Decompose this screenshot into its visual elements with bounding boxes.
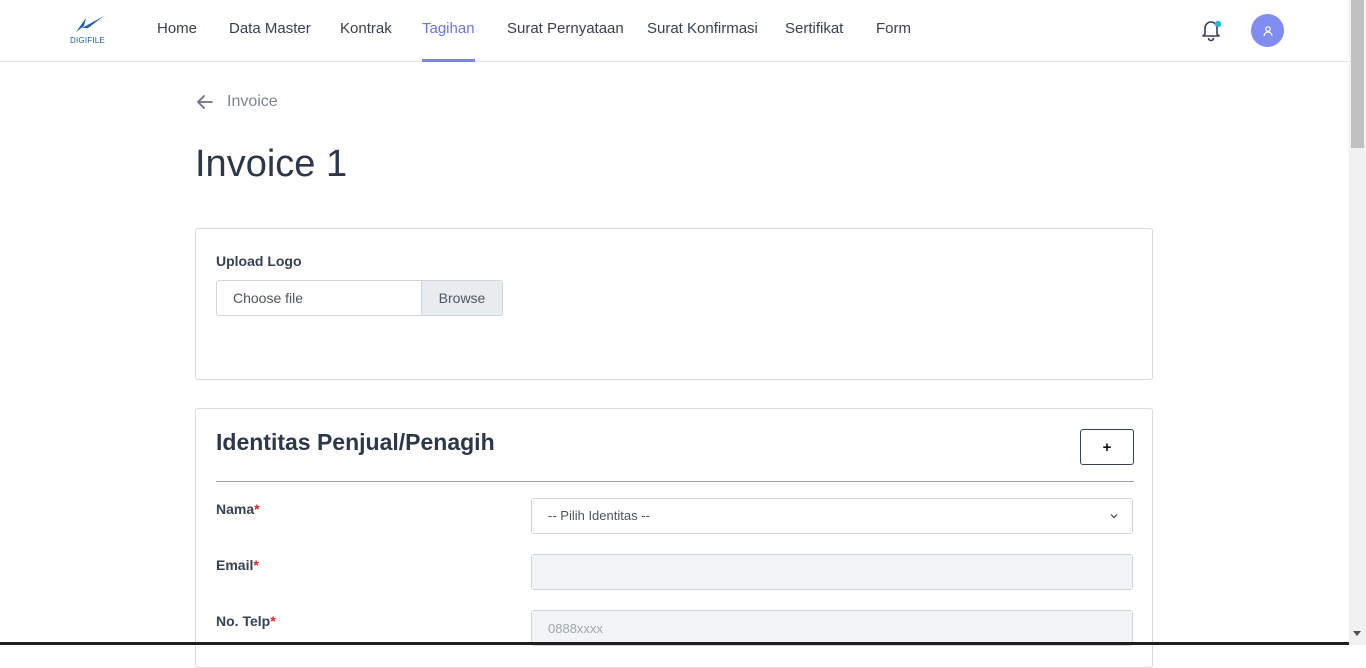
logo-mark-icon — [76, 16, 104, 32]
notification-button[interactable] — [1198, 17, 1224, 43]
nama-label-text: Nama — [216, 501, 255, 517]
nama-label: Nama* — [216, 501, 260, 517]
digifile-logo[interactable]: DIGIFILE — [68, 14, 108, 48]
section-divider — [216, 481, 1134, 482]
page-title: Invoice 1 — [195, 143, 348, 185]
user-icon — [1262, 25, 1273, 36]
nav-kontrak[interactable]: Kontrak — [340, 0, 392, 62]
scroll-down-arrow-icon[interactable] — [1353, 631, 1361, 636]
add-identity-button[interactable]: + — [1080, 429, 1134, 465]
telp-label-text: No. Telp — [216, 613, 271, 629]
top-navbar: DIGIFILE Home Data Master Kontrak Tagiha… — [0, 0, 1349, 62]
required-mark: * — [270, 613, 276, 629]
seller-identity-card: Identitas Penjual/Penagih + Nama* -- Pil… — [195, 408, 1153, 668]
arrow-left-icon — [197, 95, 213, 109]
phone-field[interactable] — [531, 610, 1133, 646]
upload-logo-label: Upload Logo — [216, 253, 302, 269]
file-input[interactable]: Choose file Browse — [216, 280, 503, 316]
nav-home[interactable]: Home — [157, 0, 197, 62]
page-scrollbar[interactable] — [1349, 0, 1366, 645]
nama-select[interactable]: -- Pilih Identitas -- — [531, 498, 1133, 534]
section-title: Identitas Penjual/Penagih — [216, 429, 495, 455]
telp-label: No. Telp* — [216, 613, 276, 629]
file-input-placeholder: Choose file — [233, 290, 304, 306]
logo-text: DIGIFILE — [70, 36, 105, 45]
back-label: Invoice — [227, 93, 278, 110]
browse-button[interactable]: Browse — [421, 281, 502, 315]
chevron-down-icon — [1110, 514, 1118, 519]
email-label: Email* — [216, 557, 259, 573]
scrollbar-thumb[interactable] — [1351, 0, 1364, 148]
email-label-text: Email — [216, 557, 254, 573]
nav-form[interactable]: Form — [876, 0, 911, 62]
upload-logo-card: Upload Logo Choose file Browse — [195, 228, 1153, 380]
back-link[interactable]: Invoice — [195, 92, 278, 112]
nav-surat-konfirmasi[interactable]: Surat Konfirmasi — [647, 0, 758, 62]
bell-icon — [1202, 20, 1222, 42]
nama-select-value: -- Pilih Identitas -- — [548, 508, 650, 523]
nav-tagihan[interactable]: Tagihan — [422, 0, 475, 62]
required-mark: * — [253, 557, 259, 573]
required-mark: * — [254, 501, 260, 517]
email-field[interactable] — [531, 554, 1133, 590]
nav-surat-pernyataan[interactable]: Surat Pernyataan — [507, 0, 624, 62]
nav-data-master[interactable]: Data Master — [229, 0, 311, 62]
nav-sertifikat[interactable]: Sertifikat — [785, 0, 843, 62]
user-avatar-button[interactable] — [1251, 14, 1284, 47]
